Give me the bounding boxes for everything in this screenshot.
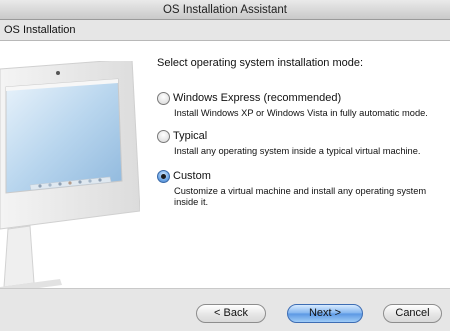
custom-radio[interactable] <box>157 169 170 183</box>
radio-selected-dot <box>161 173 166 179</box>
back-button[interactable]: < Back <box>196 304 266 323</box>
windows-express-label[interactable]: Windows Express (recommended) <box>173 92 341 104</box>
typical-radio[interactable] <box>157 129 170 143</box>
section-header: OS Installation <box>0 20 450 41</box>
main-content: Select operating system installation mod… <box>0 41 450 288</box>
section-title: OS Installation <box>4 24 76 36</box>
custom-label[interactable]: Custom <box>173 170 211 182</box>
custom-description: Customize a virtual machine and install … <box>174 186 427 207</box>
typical-label[interactable]: Typical <box>173 130 207 142</box>
option-custom[interactable]: Custom Customize a virtual machine and i… <box>157 169 449 208</box>
cancel-button[interactable]: Cancel <box>383 304 442 323</box>
option-typical[interactable]: Typical Install any operating system ins… <box>157 129 449 157</box>
typical-description: Install any operating system inside a ty… <box>174 146 421 156</box>
option-windows-express[interactable]: Windows Express (recommended) Install Wi… <box>157 91 449 119</box>
window-title: OS Installation Assistant <box>0 0 450 20</box>
button-bar: < Back Next > Cancel <box>0 288 450 331</box>
imac-illustration-icon <box>0 61 140 288</box>
next-button[interactable]: Next > <box>287 304 363 323</box>
windows-express-description: Install Windows XP or Windows Vista in f… <box>174 108 428 118</box>
installation-mode-prompt: Select operating system installation mod… <box>157 57 364 69</box>
windows-express-radio[interactable] <box>157 91 170 105</box>
